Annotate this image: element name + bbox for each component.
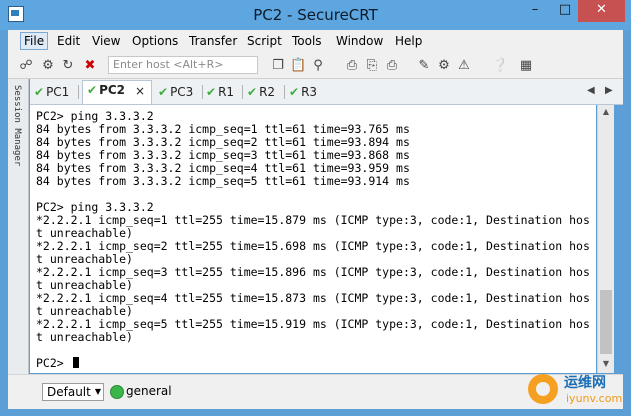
terminal-prompt-line[interactable]: PC2> bbox=[36, 356, 79, 370]
tab-label: PC1 bbox=[46, 85, 70, 99]
find-icon[interactable]: ⚲ bbox=[310, 58, 326, 74]
watermark-icon bbox=[528, 374, 558, 404]
session-select-value: Default bbox=[47, 385, 91, 399]
connected-check-icon: ✔ bbox=[34, 85, 45, 99]
connected-check-icon: ✔ bbox=[158, 85, 169, 99]
menu-transfer[interactable]: Transfer bbox=[189, 34, 237, 48]
print-icon[interactable]: ⎙ bbox=[344, 58, 360, 74]
close-button[interactable]: ✕ bbox=[578, 0, 625, 22]
session-manager-panel[interactable]: Session Manager bbox=[8, 79, 29, 374]
menu-file[interactable]: File bbox=[20, 32, 49, 50]
tab-r1[interactable]: ✔ R1 bbox=[206, 83, 240, 103]
printer-icon[interactable]: ⎙ bbox=[384, 58, 400, 74]
terminal-line: t unreachable) bbox=[36, 330, 133, 344]
reconnect-icon[interactable]: ↻ bbox=[60, 58, 76, 74]
tab-r3[interactable]: ✔ R3 bbox=[289, 83, 323, 103]
quick-connect-icon[interactable]: ⚙ bbox=[40, 58, 56, 74]
tab-separator bbox=[78, 85, 79, 99]
print-selection-icon[interactable]: ⎘ bbox=[364, 58, 380, 74]
help-icon[interactable]: ❔ bbox=[492, 58, 508, 74]
tab-label: R1 bbox=[218, 85, 235, 99]
close-tab-icon[interactable]: × bbox=[135, 82, 145, 100]
menu-tools[interactable]: Tools bbox=[292, 34, 322, 48]
terminal-line: 84 bytes from 3.3.3.2 icmp_seq=2 ttl=61 … bbox=[36, 135, 410, 149]
copy-icon[interactable]: ❐ bbox=[270, 58, 286, 74]
menu-options[interactable]: Options bbox=[132, 34, 178, 48]
terminal-line: t unreachable) bbox=[36, 226, 133, 240]
terminal-output[interactable]: PC2> ping 3.3.3.2 84 bytes from 3.3.3.2 … bbox=[30, 105, 596, 373]
terminal-line: *2.2.2.1 icmp_seq=2 ttl=255 time=15.698 … bbox=[36, 239, 590, 253]
connection-status-text: general bbox=[126, 384, 172, 398]
scrollbar-thumb[interactable] bbox=[600, 290, 612, 354]
terminal-line: PC2> ping 3.3.3.2 bbox=[36, 200, 154, 214]
keymap-icon[interactable]: ⚠ bbox=[456, 58, 472, 74]
tab-scroll-right-icon[interactable]: ▶ bbox=[605, 85, 613, 96]
session-tab-bar: ✔ PC1 ✔ PC2 × ✔ PC3 ✔ R1 ✔ R2 ✔ R3 ◀ ▶ bbox=[30, 79, 623, 105]
menu-script[interactable]: Script bbox=[247, 34, 282, 48]
sftp-icon[interactable]: ▦ bbox=[518, 58, 534, 74]
terminal-line: 84 bytes from 3.3.3.2 icmp_seq=5 ttl=61 … bbox=[36, 174, 410, 188]
tab-pc1[interactable]: ✔ PC1 bbox=[34, 83, 76, 103]
scroll-up-icon[interactable]: ▲ bbox=[600, 107, 612, 119]
tab-label: R3 bbox=[301, 85, 318, 99]
connect-icon[interactable]: ☍ bbox=[18, 58, 34, 74]
menu-edit[interactable]: Edit bbox=[57, 34, 80, 48]
terminal-line: 84 bytes from 3.3.3.2 icmp_seq=3 ttl=61 … bbox=[36, 148, 410, 162]
menu-help[interactable]: Help bbox=[395, 34, 422, 48]
terminal-line: *2.2.2.1 icmp_seq=5 ttl=255 time=15.919 … bbox=[36, 317, 590, 331]
tab-label: PC2 bbox=[99, 83, 126, 97]
tab-pc3[interactable]: ✔ PC3 bbox=[158, 83, 200, 103]
terminal-line: t unreachable) bbox=[36, 278, 133, 292]
menu-window[interactable]: Window bbox=[336, 34, 383, 48]
tab-label: R2 bbox=[259, 85, 276, 99]
terminal-line: *2.2.2.1 icmp_seq=4 ttl=255 time=15.873 … bbox=[36, 291, 590, 305]
text-cursor bbox=[72, 357, 79, 368]
paste-icon[interactable]: 📋 bbox=[290, 58, 306, 74]
session-manager-label: Session Manager bbox=[12, 85, 22, 167]
connection-status-icon bbox=[110, 385, 124, 399]
terminal-line: PC2> ping 3.3.3.2 bbox=[36, 109, 154, 123]
terminal-line: *2.2.2.1 icmp_seq=1 ttl=255 time=15.879 … bbox=[36, 213, 590, 227]
terminal-line: *2.2.2.1 icmp_seq=3 ttl=255 time=15.896 … bbox=[36, 265, 590, 279]
tab-label: PC3 bbox=[170, 85, 194, 99]
terminal-prompt: PC2> bbox=[36, 356, 71, 370]
title-bar[interactable]: PC2 - SecureCRT – □ ✕ bbox=[0, 0, 631, 30]
session-options-icon[interactable]: ✎ bbox=[416, 58, 432, 74]
tab-r2[interactable]: ✔ R2 bbox=[247, 83, 281, 103]
tab-separator bbox=[202, 85, 203, 99]
tab-separator bbox=[242, 85, 243, 99]
connected-check-icon: ✔ bbox=[87, 83, 98, 97]
disconnect-icon[interactable]: ✖ bbox=[82, 58, 98, 74]
session-select[interactable]: Default ▼ bbox=[42, 383, 104, 401]
chevron-down-icon: ▼ bbox=[94, 387, 101, 396]
menu-view[interactable]: View bbox=[92, 34, 120, 48]
connected-check-icon: ✔ bbox=[247, 85, 258, 99]
terminal-line: t unreachable) bbox=[36, 252, 133, 266]
connected-check-icon: ✔ bbox=[206, 85, 217, 99]
global-options-icon[interactable]: ⚙ bbox=[436, 58, 452, 74]
app-window: PC2 - SecureCRT – □ ✕ File Edit View Opt… bbox=[0, 0, 631, 416]
minimize-button[interactable]: – bbox=[520, 0, 550, 22]
connected-check-icon: ✔ bbox=[289, 85, 300, 99]
terminal-scrollbar[interactable]: ▲ ▼ bbox=[597, 105, 614, 373]
watermark-url: iyunv.com bbox=[566, 392, 623, 405]
menu-bar: File Edit View Options Transfer Script T… bbox=[8, 30, 623, 55]
maximize-button[interactable]: □ bbox=[550, 0, 580, 22]
watermark-logo: 运维网 iyunv.com bbox=[528, 368, 628, 414]
tab-pc2[interactable]: ✔ PC2 × bbox=[82, 80, 152, 104]
terminal-line: 84 bytes from 3.3.3.2 icmp_seq=4 ttl=61 … bbox=[36, 161, 410, 175]
tab-scroll-left-icon[interactable]: ◀ bbox=[587, 85, 595, 96]
enter-host-input[interactable]: Enter host <Alt+R> bbox=[108, 56, 258, 74]
terminal-line: 84 bytes from 3.3.3.2 icmp_seq=1 ttl=61 … bbox=[36, 122, 410, 136]
toolbar: ☍ ⚙ ↻ ✖ Enter host <Alt+R> ❐ 📋 ⚲ ⎙ ⎘ ⎙ ✎… bbox=[8, 54, 623, 79]
tab-separator bbox=[284, 85, 285, 99]
terminal-line: t unreachable) bbox=[36, 304, 133, 318]
watermark-text: 运维网 bbox=[564, 375, 606, 391]
